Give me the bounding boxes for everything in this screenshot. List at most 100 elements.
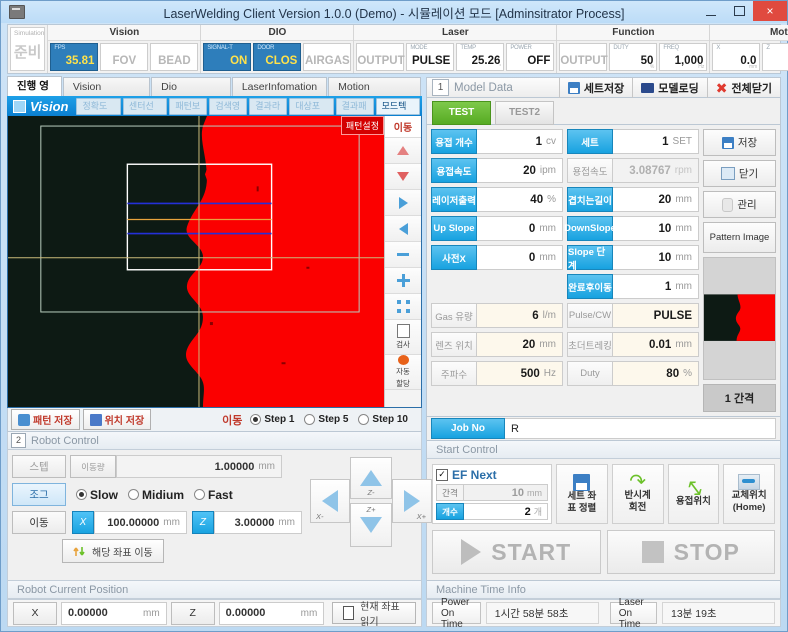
x-position-field[interactable]: 100.00000 mm (93, 511, 187, 535)
auto-assign-button[interactable]: 자동 할당 (385, 355, 421, 390)
job-number-input[interactable]: R (505, 418, 776, 440)
parameter-value-field[interactable]: 0 mm (477, 245, 563, 270)
x-plus-button[interactable]: X+ (392, 479, 432, 524)
amount-field[interactable]: 1.00000 mm (116, 455, 282, 479)
goto-coordinate-button[interactable]: 해당 좌표 이동 (62, 539, 164, 564)
function-button-0[interactable]: 세트 좌표 정렬 (556, 464, 608, 525)
x-minus-button[interactable]: X- (310, 479, 350, 524)
step-radio-0[interactable]: Step 1 (250, 414, 294, 426)
plus-icon[interactable] (385, 268, 421, 294)
vision-button-3[interactable]: 검색영역 (209, 97, 248, 126)
function-button-2[interactable]: ⤡ 용접위치 (667, 464, 720, 525)
parameter-label[interactable]: 세트 (567, 129, 613, 154)
minimize-button[interactable] (697, 1, 725, 21)
parameter-label[interactable]: DownSlope (564, 216, 616, 241)
ef-gap-field[interactable]: 10 mm (464, 484, 548, 502)
save-button[interactable]: 저장 (703, 129, 776, 156)
z-plus-button[interactable]: Z+ (350, 503, 392, 548)
parameter-label[interactable]: Duty (567, 361, 613, 386)
parameter-label[interactable]: 겹치는길이 (567, 187, 613, 212)
parameter-value-field[interactable]: 20 ipm (477, 158, 563, 183)
function-button-3[interactable]: 교체위치 (Home) (723, 464, 775, 525)
jog-radio-1[interactable]: Midium (128, 488, 184, 502)
parameter-value-field[interactable]: 80% (613, 361, 699, 386)
jog-radio-0[interactable]: Slow (76, 488, 118, 502)
tab-2[interactable]: Dio Information (151, 77, 231, 111)
inspect-button[interactable]: 검사 (385, 320, 421, 355)
close-button[interactable]: × (753, 1, 787, 21)
save-set-button[interactable]: 세트저장 (558, 77, 632, 98)
z-minus-button[interactable]: Z- (350, 457, 392, 500)
vision-button-5[interactable]: 대상포인트 (289, 97, 334, 126)
save-position-button[interactable]: 위치 저장 (82, 409, 152, 431)
parameter-value-field[interactable]: 20 mm (477, 332, 563, 357)
tab-0[interactable]: 진행 영상 (7, 76, 62, 111)
ef-next-header[interactable]: ✓ EF Next (436, 468, 548, 482)
move-right-icon[interactable] (385, 190, 421, 216)
parameter-value-field[interactable]: PULSE (613, 303, 699, 328)
pattern-image-button[interactable]: Pattern Image (703, 222, 776, 253)
tab-4[interactable]: Motion Information (328, 77, 422, 111)
parameter-label[interactable]: 초더트레킹 (567, 332, 613, 357)
parameter-value-field[interactable]: 0.01 mm (613, 332, 699, 357)
amount-button[interactable]: 이동량 (70, 455, 116, 479)
maximize-button[interactable] (725, 1, 753, 21)
parameter-value-field[interactable]: 6 l/m (477, 303, 563, 328)
vision-button-0[interactable]: 정확도향상 (76, 97, 121, 126)
vision-canvas[interactable]: 패턴설정 (8, 116, 384, 408)
minus-icon[interactable] (385, 242, 421, 268)
vision-button-7[interactable]: 모드텍스트 (375, 97, 421, 126)
test-tab-0[interactable]: TEST (432, 100, 491, 125)
parameter-label[interactable]: 주파수 (431, 361, 477, 386)
jog-radio-2[interactable]: Fast (194, 488, 233, 502)
function-button-1[interactable]: ↷ 반시계 회전 (611, 464, 664, 525)
parameter-label[interactable]: 용접 개수 (431, 129, 477, 154)
parameter-label[interactable]: Up Slope (431, 216, 477, 241)
parameter-label[interactable]: 사전X (431, 245, 477, 270)
parameter-value-field[interactable]: 20 mm (613, 187, 699, 212)
vision-button-1[interactable]: 센터선보기 (122, 97, 168, 126)
vision-button-4[interactable]: 결과라인 (249, 97, 288, 126)
ef-count-field[interactable]: 2 개 (464, 503, 548, 521)
vision-button-2[interactable]: 패턴보기 (169, 97, 208, 126)
parameter-value-field[interactable]: 0 mm (477, 216, 563, 241)
test-tab-1[interactable]: TEST2 (495, 100, 554, 125)
ef-next-checkbox[interactable]: ✓ (436, 469, 448, 482)
move-down-icon[interactable] (385, 164, 421, 190)
parameter-value-field[interactable]: 10 mm (613, 216, 699, 241)
parameter-label[interactable]: Pulse/CW (567, 303, 613, 328)
parameter-label[interactable]: Slope 단계 (567, 245, 613, 272)
parameter-label[interactable]: 완료후이동 (567, 274, 613, 299)
read-coordinate-button[interactable]: 현재 좌표 읽기 (332, 602, 416, 628)
move-button[interactable]: 이동 (12, 511, 66, 535)
jog-button[interactable]: 조그 (12, 483, 66, 507)
step-button[interactable]: 스텝 (12, 455, 66, 479)
parameter-value-field[interactable]: 40% (477, 187, 563, 212)
manage-button[interactable]: 관리 (703, 191, 776, 218)
tab-1[interactable]: Vision Infomation (62, 77, 151, 111)
expand-icon[interactable] (385, 294, 421, 320)
parameter-label[interactable]: 레이저출력 (431, 187, 477, 212)
parameter-value-field[interactable]: 1 SET (613, 129, 699, 154)
parameter-value-field[interactable]: 3.08767 rpm (613, 158, 699, 183)
parameter-label[interactable]: 렌즈 위치 (431, 332, 477, 357)
save-pattern-button[interactable]: 패턴 저장 (11, 409, 80, 431)
parameter-label[interactable]: 용접속도 (431, 158, 477, 183)
parameter-value-field[interactable]: 1 mm (613, 274, 699, 299)
close-model-button[interactable]: 닫기 (703, 160, 776, 187)
start-button[interactable]: START (432, 530, 601, 575)
step-radio-2[interactable]: Step 10 (358, 414, 408, 426)
tab-3[interactable]: LaserInfomation (231, 77, 328, 96)
close-all-button[interactable]: ✖ 전체닫기 (706, 77, 780, 98)
stop-button[interactable]: STOP (606, 530, 775, 575)
move-left-icon[interactable] (385, 216, 421, 242)
step-radio-1[interactable]: Step 5 (304, 414, 348, 426)
parameter-value-field[interactable]: 10 mm (613, 245, 699, 270)
move-up-icon[interactable] (385, 138, 421, 164)
z-position-field[interactable]: 3.00000 mm (213, 511, 302, 535)
parameter-label[interactable]: Gas 유량 (431, 303, 477, 328)
parameter-value-field[interactable]: 1 cv (477, 129, 563, 154)
vision-button-6[interactable]: 결과패턴 (335, 97, 374, 126)
parameter-value-field[interactable]: 500 Hz (477, 361, 563, 386)
load-model-button[interactable]: 모델로딩 (632, 77, 706, 98)
